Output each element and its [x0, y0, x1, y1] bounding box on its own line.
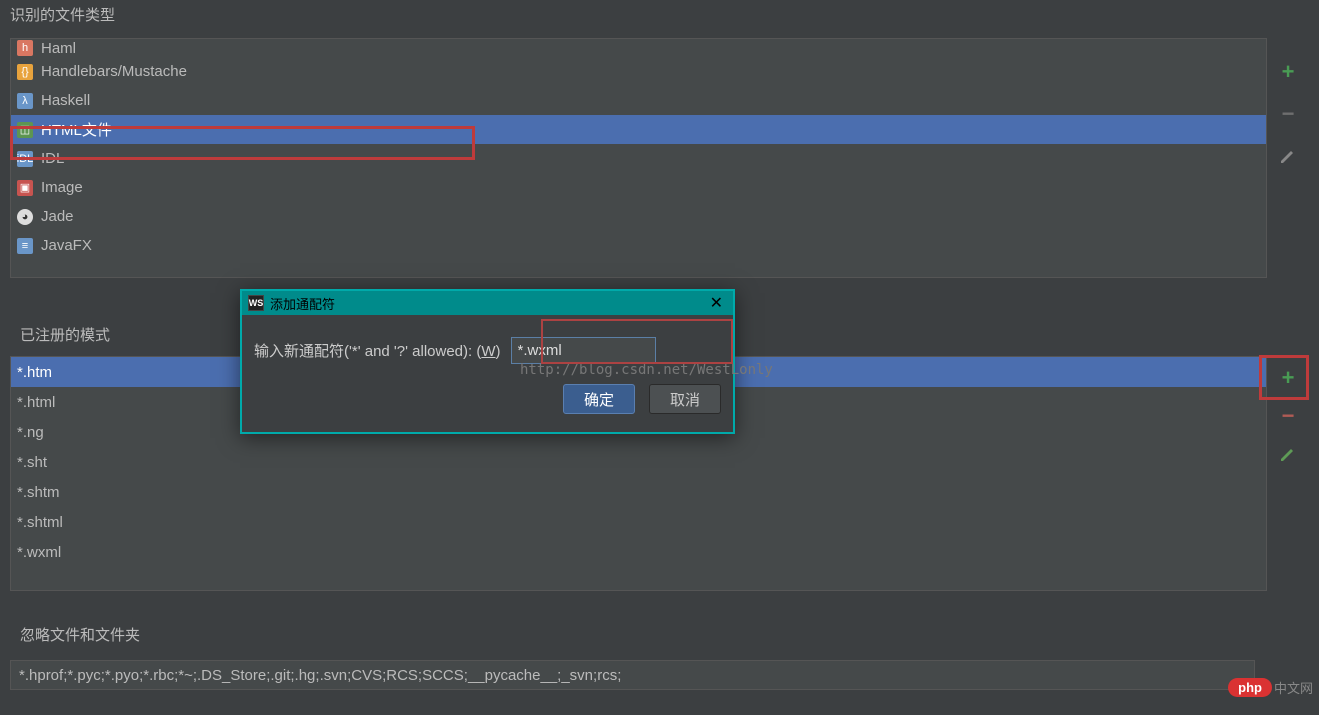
file-type-label: Haml	[41, 40, 76, 57]
file-types-toolbar: + −	[1267, 38, 1309, 278]
file-icon-handlebars: {}	[17, 64, 33, 80]
file-type-row[interactable]: ▣ Image	[11, 173, 1266, 202]
add-pattern-button[interactable]: +	[1276, 366, 1300, 390]
file-icon-jade: ◕	[17, 209, 33, 225]
recognized-file-types-label: 识别的文件类型	[0, 0, 1319, 29]
pattern-row[interactable]: *.sht	[11, 447, 1266, 477]
add-wildcard-dialog: WS 添加通配符 ✕ 输入新通配符('*' and '?' allowed): …	[240, 289, 735, 434]
file-icon-javafx: ≡	[17, 238, 33, 254]
pencil-icon	[1279, 147, 1297, 165]
pattern-row[interactable]: *.wxml	[11, 537, 1266, 567]
brand-text: 中文网	[1274, 678, 1313, 697]
file-type-label: IDL	[41, 150, 64, 167]
file-type-row[interactable]: λ Haskell	[11, 86, 1266, 115]
pattern-row[interactable]: *.shtml	[11, 507, 1266, 537]
file-type-label: JavaFX	[41, 237, 92, 254]
cancel-button[interactable]: 取消	[649, 384, 721, 414]
file-type-label: Jade	[41, 208, 74, 225]
file-icon-image: ▣	[17, 180, 33, 196]
file-icon-idl: iDL	[17, 151, 33, 167]
close-icon[interactable]: ✕	[706, 293, 727, 313]
file-type-label: Haskell	[41, 92, 90, 109]
remove-file-type-button[interactable]: −	[1276, 102, 1300, 126]
ignore-files-input[interactable]	[10, 660, 1255, 690]
pencil-icon	[1279, 445, 1297, 463]
file-type-row[interactable]: ◕ Jade	[11, 202, 1266, 231]
patterns-toolbar: + −	[1267, 356, 1309, 591]
file-types-list[interactable]: h Haml {} Handlebars/Mustache λ Haskell ◫ HT…	[10, 38, 1267, 278]
edit-pattern-button[interactable]	[1276, 442, 1300, 466]
edit-file-type-button[interactable]	[1276, 144, 1300, 168]
dialog-title: 添加通配符	[270, 294, 335, 313]
file-type-label: Handlebars/Mustache	[41, 63, 187, 80]
site-badge: php 中文网	[1228, 678, 1313, 697]
file-type-row[interactable]: {} Handlebars/Mustache	[11, 57, 1266, 86]
file-icon-haskell: λ	[17, 93, 33, 109]
add-file-type-button[interactable]: +	[1276, 60, 1300, 84]
file-type-label: HTML文件	[41, 119, 112, 140]
file-type-row[interactable]: iDL IDL	[11, 144, 1266, 173]
registered-patterns-label: 已注册的模式	[10, 320, 120, 349]
ignore-files-label: 忽略文件和文件夹	[10, 620, 150, 649]
brand-pill: php	[1228, 678, 1272, 697]
file-type-row-selected[interactable]: ◫ HTML文件	[11, 115, 1266, 144]
file-type-row[interactable]: h Haml	[11, 39, 1266, 57]
file-icon-haml: h	[17, 40, 33, 56]
remove-pattern-button[interactable]: −	[1276, 404, 1300, 428]
wildcard-input-label: 输入新通配符('*' and '?' allowed): (W)	[254, 340, 501, 361]
ok-button[interactable]: 确定	[563, 384, 635, 414]
dialog-titlebar[interactable]: WS 添加通配符 ✕	[242, 291, 733, 315]
file-types-panel: h Haml {} Handlebars/Mustache λ Haskell ◫ HT…	[10, 38, 1309, 278]
wildcard-input[interactable]	[511, 337, 656, 364]
file-type-label: Image	[41, 179, 83, 196]
pattern-row[interactable]: *.shtm	[11, 477, 1266, 507]
file-icon-html: ◫	[17, 122, 33, 138]
app-logo-icon: WS	[248, 295, 264, 311]
file-type-row[interactable]: ≡ JavaFX	[11, 231, 1266, 260]
